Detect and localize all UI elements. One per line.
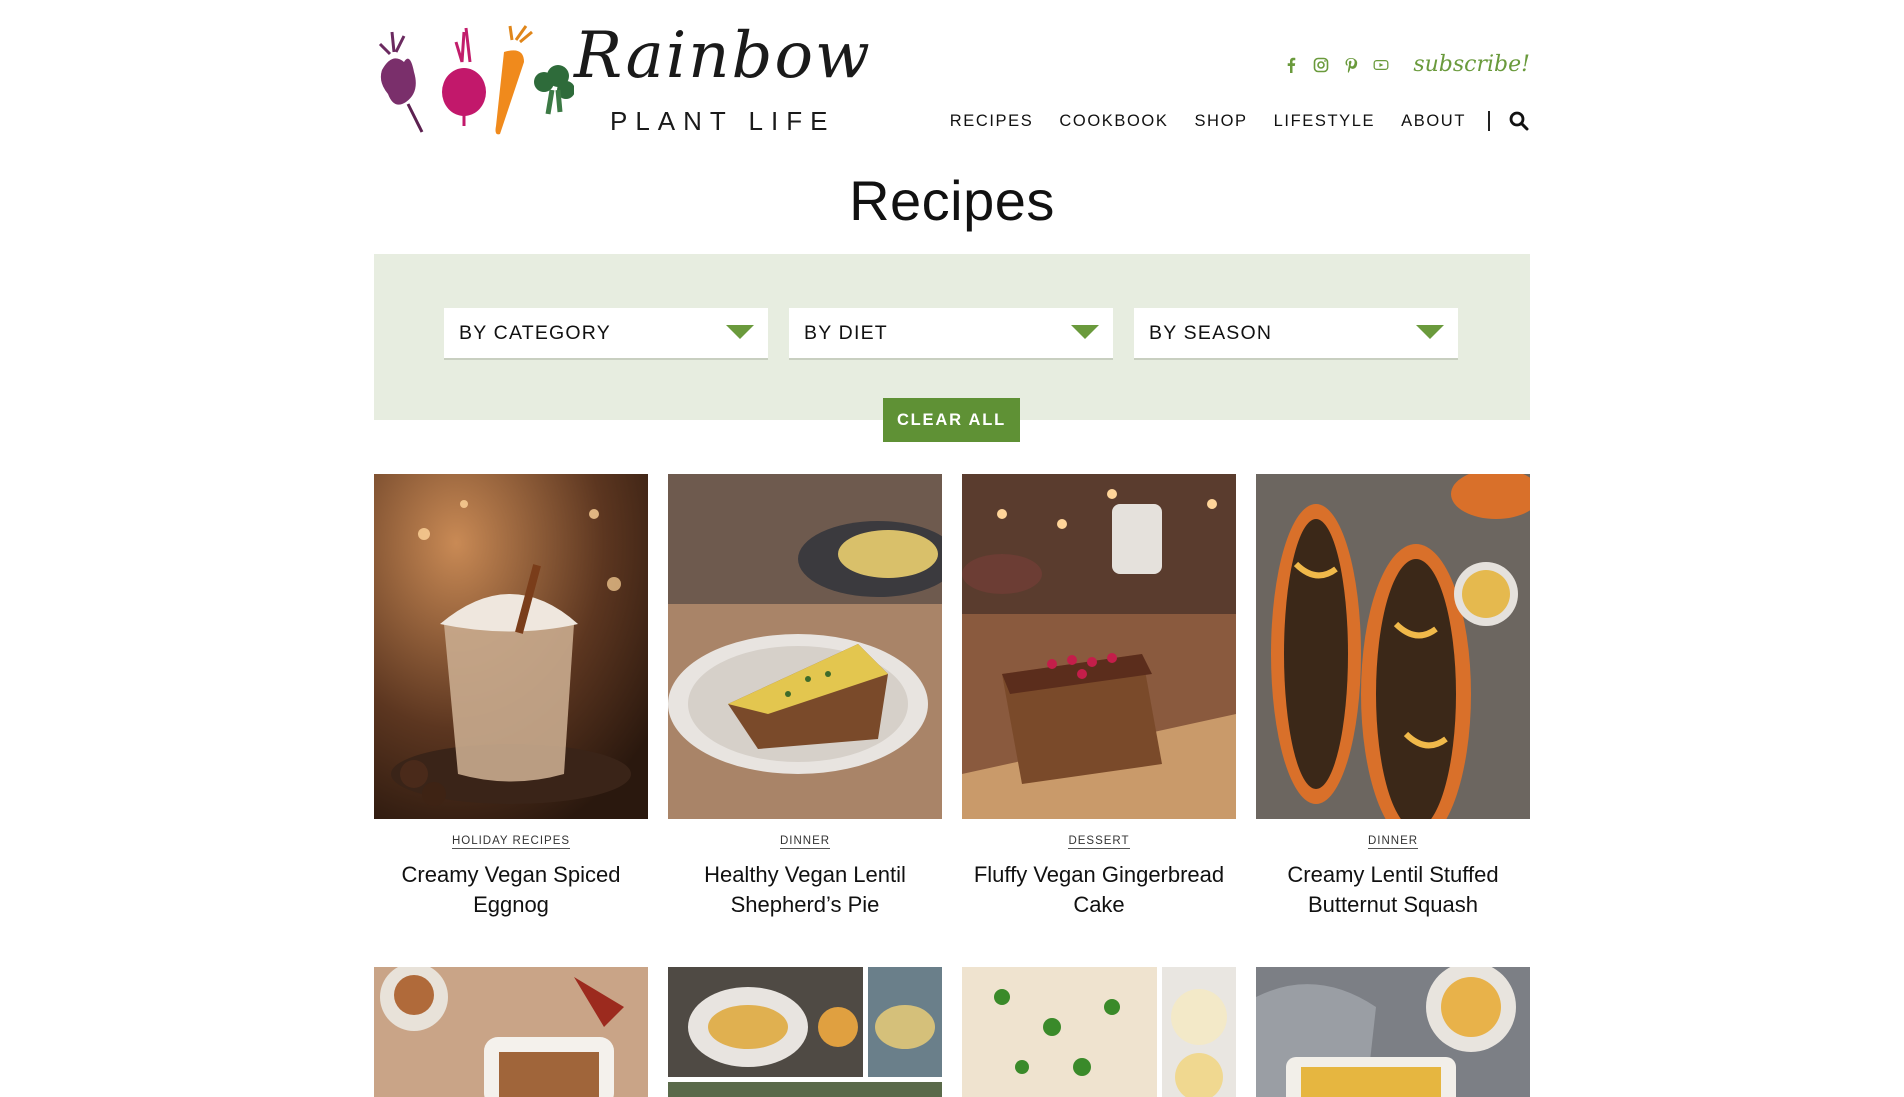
clear-all-button[interactable]: CLEAR ALL bbox=[883, 398, 1020, 442]
recipe-category-link[interactable]: DINNER bbox=[1256, 835, 1530, 849]
recipe-title[interactable]: Creamy Lentil Stuffed Butternut Squash bbox=[1256, 860, 1530, 920]
recipe-title[interactable]: Healthy Vegan Lentil Shepherd’s Pie bbox=[668, 860, 942, 920]
vegetables-logo-icon bbox=[378, 25, 574, 135]
filter-panel: BY CATEGORY BY DIET BY SEASON bbox=[374, 254, 1530, 420]
chevron-down-icon bbox=[726, 325, 754, 339]
recipe-image[interactable] bbox=[962, 967, 1236, 1097]
category-dropdown[interactable]: BY CATEGORY bbox=[444, 308, 768, 360]
nav-item-recipes[interactable]: RECIPES bbox=[950, 112, 1034, 131]
recipe-image[interactable] bbox=[374, 474, 648, 819]
social-links: subscribe! bbox=[1283, 52, 1530, 77]
instagram-icon[interactable] bbox=[1313, 57, 1329, 73]
recipe-card[interactable] bbox=[374, 967, 648, 1097]
logo-tagline: PLANT LIFE bbox=[610, 106, 836, 136]
youtube-icon[interactable] bbox=[1373, 57, 1389, 73]
diet-dropdown-label: BY DIET bbox=[804, 321, 888, 344]
logo-wordmark: Rainbow bbox=[574, 19, 872, 93]
main-nav: RECIPES COOKBOOK SHOP LIFESTYLE ABOUT bbox=[924, 110, 1530, 132]
nav-divider bbox=[1488, 111, 1490, 131]
recipe-image[interactable] bbox=[374, 967, 648, 1097]
nav-item-about[interactable]: ABOUT bbox=[1401, 112, 1466, 131]
recipe-image[interactable] bbox=[1256, 474, 1530, 819]
recipe-card[interactable] bbox=[962, 967, 1236, 1097]
recipe-image[interactable] bbox=[1256, 967, 1530, 1097]
nav-item-shop[interactable]: SHOP bbox=[1194, 112, 1247, 131]
nav-item-cookbook[interactable]: COOKBOOK bbox=[1059, 112, 1168, 131]
chevron-down-icon bbox=[1416, 325, 1444, 339]
recipe-category-link[interactable]: DINNER bbox=[668, 835, 942, 849]
page-title: Recipes bbox=[849, 169, 1055, 232]
recipe-image[interactable] bbox=[668, 967, 942, 1097]
season-dropdown-label: BY SEASON bbox=[1149, 321, 1273, 344]
pinterest-icon[interactable] bbox=[1343, 57, 1359, 73]
category-dropdown-label: BY CATEGORY bbox=[459, 321, 611, 344]
site-logo[interactable]: Rainbow PLANT LIFE bbox=[374, 22, 870, 140]
recipe-title[interactable]: Fluffy Vegan Gingerbread Cake bbox=[962, 860, 1236, 920]
recipe-category-link[interactable]: DESSERT bbox=[962, 835, 1236, 849]
site-header: Rainbow PLANT LIFE subscribe! RECIPES CO… bbox=[374, 22, 1530, 142]
recipe-card[interactable]: HOLIDAY RECIPES Creamy Vegan Spiced Eggn… bbox=[374, 474, 648, 920]
facebook-icon[interactable] bbox=[1283, 57, 1299, 73]
recipe-card[interactable] bbox=[668, 967, 942, 1097]
page: Rainbow PLANT LIFE subscribe! RECIPES CO… bbox=[0, 0, 1904, 1097]
recipe-card[interactable]: DESSERT Fluffy Vegan Gingerbread Cake bbox=[962, 474, 1236, 920]
chevron-down-icon bbox=[1071, 325, 1099, 339]
recipe-title[interactable]: Creamy Vegan Spiced Eggnog bbox=[374, 860, 648, 920]
recipe-card[interactable]: DINNER Healthy Vegan Lentil Shepherd’s P… bbox=[668, 474, 942, 920]
season-dropdown[interactable]: BY SEASON bbox=[1134, 308, 1458, 360]
subscribe-link[interactable]: subscribe! bbox=[1413, 52, 1530, 77]
recipe-card[interactable] bbox=[1256, 967, 1530, 1097]
recipe-image[interactable] bbox=[962, 474, 1236, 819]
recipe-card[interactable]: DINNER Creamy Lentil Stuffed Butternut S… bbox=[1256, 474, 1530, 920]
nav-item-lifestyle[interactable]: LIFESTYLE bbox=[1274, 112, 1376, 131]
diet-dropdown[interactable]: BY DIET bbox=[789, 308, 1113, 360]
recipe-image[interactable] bbox=[668, 474, 942, 819]
recipe-category-link[interactable]: HOLIDAY RECIPES bbox=[374, 835, 648, 849]
search-icon[interactable] bbox=[1508, 110, 1530, 132]
